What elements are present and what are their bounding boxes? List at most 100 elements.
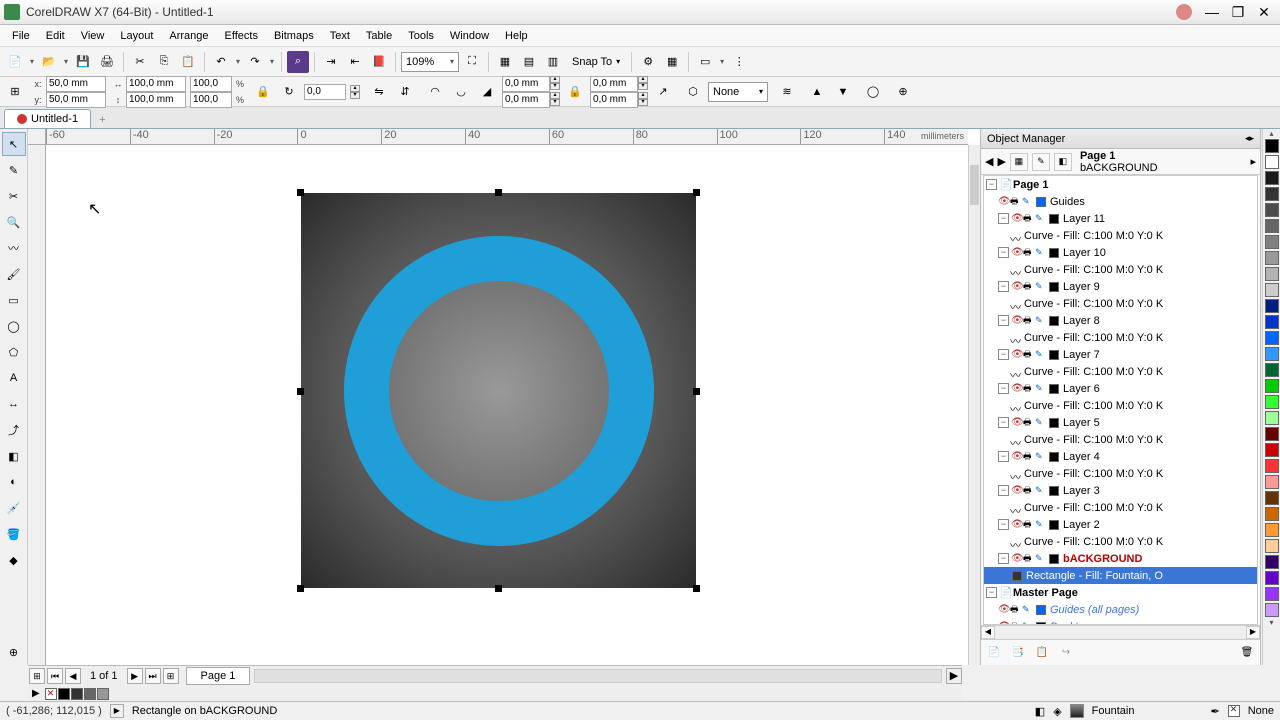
tree-curve[interactable]: 〰Curve - Fill: C:100 M:0 Y:0 K [984,499,1257,516]
redo-icon[interactable]: ↷ [244,51,266,73]
move-to-layer-icon[interactable]: ↪ [1057,644,1075,662]
selection-handle[interactable] [495,585,502,592]
menu-view[interactable]: View [73,28,113,44]
scale-x-input[interactable] [193,78,229,89]
drawing-canvas[interactable]: ↖ [46,145,968,665]
expand-icon[interactable]: − [998,349,1009,360]
color-swatch[interactable] [1265,459,1279,473]
show-grid-icon[interactable]: ▤ [518,51,540,73]
undo-icon[interactable]: ↶ [210,51,232,73]
color-swatch[interactable] [1265,235,1279,249]
color-swatch[interactable] [1265,507,1279,521]
fountain-icon[interactable]: ◈ [1053,705,1061,718]
color-swatch[interactable] [1265,555,1279,569]
doc-tab-untitled[interactable]: Untitled-1 [4,109,91,128]
export-icon[interactable]: ⇤ [344,51,366,73]
selection-handle[interactable] [693,388,700,395]
tree-curve[interactable]: 〰Curve - Fill: C:100 M:0 Y:0 K [984,363,1257,380]
save-icon[interactable]: 💾 [72,51,94,73]
shape-tool-icon[interactable]: ✎ [2,158,26,182]
corner3-input[interactable] [593,78,635,89]
color-eyedropper-icon[interactable]: 💉 [2,496,26,520]
zoom-tool-icon[interactable]: 🔍 [2,210,26,234]
scale-y-input[interactable] [193,94,229,105]
transparency-tool-icon[interactable]: ◐ [2,470,26,494]
play-icon[interactable]: ▶ [110,704,124,718]
tree-desktop[interactable]: 👁🖶✎Desktop [984,618,1257,625]
color-swatch[interactable] [1265,603,1279,617]
tree-curve[interactable]: 〰Curve - Fill: C:100 M:0 Y:0 K [984,397,1257,414]
fill-icon[interactable]: ◧ [1035,705,1045,718]
menu-tools[interactable]: Tools [400,28,442,44]
tree-page[interactable]: −📄Page 1 [984,176,1257,193]
app-launcher-icon[interactable]: ▦ [661,51,683,73]
menu-table[interactable]: Table [358,28,400,44]
expand-icon[interactable]: − [998,213,1009,224]
tree-layer[interactable]: −👁🖶✎Layer 8 [984,312,1257,329]
menu-edit[interactable]: Edit [38,28,73,44]
color-swatch[interactable] [1265,155,1279,169]
open-dropdown[interactable]: ▾ [62,57,70,66]
mirror-v-icon[interactable]: ⇵ [394,81,416,103]
color-swatch[interactable] [1265,443,1279,457]
doc-color-swatch[interactable] [58,688,70,700]
menu-arrange[interactable]: Arrange [161,28,216,44]
scroll-right-icon[interactable]: ▶ [946,668,962,684]
search-content-icon[interactable]: ⌕ [287,51,309,73]
corner1-input[interactable] [505,78,547,89]
tree-scroll-track[interactable] [995,626,1246,639]
snap-to-dropdown[interactable]: Snap To▾ [566,56,626,68]
layout-icon[interactable]: ▭ [694,51,716,73]
color-swatch[interactable] [1265,203,1279,217]
ruler-origin[interactable] [28,129,46,145]
menu-effects[interactable]: Effects [217,28,266,44]
pick-tool-icon[interactable]: ↖ [2,132,26,156]
lock-ratio-icon[interactable]: 🔒 [252,81,274,103]
connector-tool-icon[interactable]: ⤴ [2,418,26,442]
convert-curves-icon[interactable]: ◯ [862,81,884,103]
color-swatch[interactable] [1265,187,1279,201]
add-page-after-icon[interactable]: ⊞ [163,668,179,684]
no-color-swatch[interactable] [45,688,57,700]
color-swatch[interactable] [1265,395,1279,409]
tree-curve[interactable]: 〰Curve - Fill: C:100 M:0 Y:0 K [984,227,1257,244]
tree-layer[interactable]: −👁🖶✎Layer 11 [984,210,1257,227]
quick-customize-tool-icon[interactable]: ⊕ [2,640,26,664]
expand-icon[interactable]: − [986,179,997,190]
close-button[interactable]: ✕ [1252,3,1276,21]
color-swatch[interactable] [1265,539,1279,553]
tree-layer[interactable]: −👁🖶✎Layer 7 [984,346,1257,363]
color-swatch[interactable] [1265,219,1279,233]
parallel-dim-icon[interactable]: ↔ [2,392,26,416]
color-swatch[interactable] [1265,427,1279,441]
to-front-icon[interactable]: ▲ [806,81,828,103]
menu-window[interactable]: Window [442,28,497,44]
show-guidelines-icon[interactable]: ▥ [542,51,564,73]
tree-curve[interactable]: 〰Curve - Fill: C:100 M:0 Y:0 K [984,261,1257,278]
zoom-input[interactable] [406,56,444,68]
corner-chamfer-icon[interactable]: ◢ [476,81,498,103]
expand-icon[interactable]: − [998,281,1009,292]
tree-master-page[interactable]: −📄Master Page [984,584,1257,601]
page-tab[interactable]: Page 1 [186,667,251,685]
undo-dropdown[interactable]: ▾ [234,57,242,66]
corner-round-icon[interactable]: ◠ [424,81,446,103]
color-swatch[interactable] [1265,299,1279,313]
next-page-icon[interactable]: ▶ [127,668,143,684]
expand-icon[interactable]: − [998,417,1009,428]
selection-handle[interactable] [297,388,304,395]
expand-icon[interactable]: − [998,519,1009,530]
corner-scallop-icon[interactable]: ◡ [450,81,472,103]
color-swatch[interactable] [1265,283,1279,297]
object-origin-icon[interactable]: ⊞ [4,81,26,103]
expand-icon[interactable]: − [986,587,997,598]
expand-icon[interactable]: − [998,553,1009,564]
color-swatch[interactable] [1265,571,1279,585]
menu-bitmaps[interactable]: Bitmaps [266,28,322,44]
tree-layer[interactable]: −👁🖶✎Layer 5 [984,414,1257,431]
palette-flyout-icon[interactable]: ▶ [32,688,40,699]
options-icon[interactable]: ⚙ [637,51,659,73]
color-swatch[interactable] [1265,491,1279,505]
tree-layer[interactable]: −👁🖶✎Layer 10 [984,244,1257,261]
maximize-button[interactable]: ❐ [1226,3,1250,21]
